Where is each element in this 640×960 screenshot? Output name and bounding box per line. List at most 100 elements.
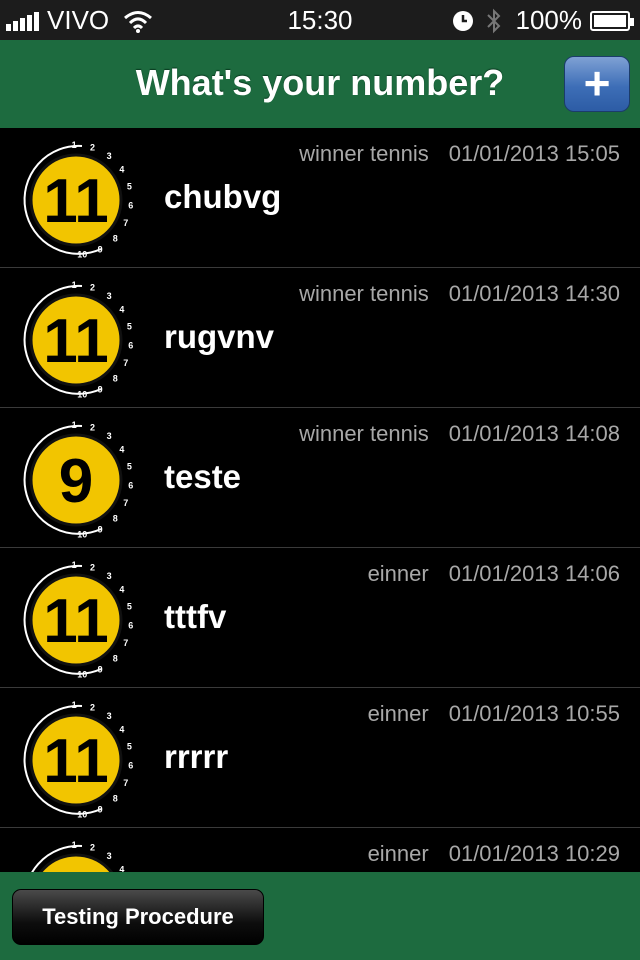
testing-procedure-button[interactable]: Testing Procedure: [12, 889, 264, 945]
item-meta: einner 01/01/2013 14:06: [368, 561, 620, 587]
dial-number: 5: [127, 602, 132, 612]
dial-number: 8: [113, 374, 118, 384]
item-date: 01/01/2013 14:30: [448, 281, 620, 306]
add-button[interactable]: +: [564, 56, 630, 112]
dial-number: 8: [113, 514, 118, 524]
score-value: 11: [43, 587, 109, 656]
dial-number: 8: [113, 794, 118, 804]
battery-label: 100%: [515, 5, 583, 35]
item-category: einner: [367, 561, 429, 586]
dial-number: 4: [119, 865, 124, 872]
list-item[interactable]: 1 2 3 4 5 6 7 8 9 10 11 einner 01/01/2013 14:06 tttfv: [0, 548, 640, 688]
dial-number: 8: [113, 234, 118, 244]
dial-number: 2: [90, 563, 95, 573]
item-meta: winner tennis 01/01/2013 14:30: [299, 281, 620, 307]
dial-number: 5: [127, 322, 132, 332]
dial-number: 4: [119, 445, 124, 455]
dial-number: 2: [90, 143, 95, 153]
item-meta: winner tennis 01/01/2013 15:05: [299, 141, 620, 167]
dial-number: 6: [128, 480, 133, 490]
dial-number: 6: [128, 200, 133, 210]
dial-number: 4: [119, 165, 124, 175]
item-name: rrrrr: [164, 738, 229, 775]
item-date: 01/01/2013 10:29: [448, 841, 620, 866]
item-name: chubvg: [164, 178, 282, 215]
item-date: 01/01/2013 15:05: [448, 141, 620, 166]
dial-number: 10: [77, 390, 87, 400]
dial-number: 1: [72, 420, 77, 430]
dial-number: 4: [119, 305, 124, 315]
score-badge-icon: 1 2 345 6789 10 11: [23, 560, 133, 680]
item-name: teste: [164, 458, 242, 495]
dial-number: 10: [77, 250, 87, 260]
navigation-bar: What's your number? +: [0, 40, 640, 128]
dial-number: 3: [107, 571, 112, 581]
dial-number: 3: [107, 431, 112, 441]
dial-number: 2: [90, 423, 95, 433]
dial-number: 4: [119, 585, 124, 595]
battery-icon: [590, 10, 634, 31]
item-category: winner tennis: [299, 281, 429, 306]
dial-number: 7: [123, 358, 128, 368]
item-meta: winner tennis 01/01/2013 14:08: [299, 421, 620, 447]
dial-number: 7: [123, 638, 128, 648]
item-meta: einner 01/01/2013 10:29: [368, 841, 620, 867]
dial-number: 1: [72, 840, 77, 850]
score-badge-icon: 1 2 345 6789 10 11: [23, 140, 133, 260]
score-value: 11: [43, 727, 109, 796]
score-badge-icon: 1 23456789109: [23, 420, 133, 540]
dial-number: 9: [98, 524, 103, 534]
status-bar: VIVO 15:30 100%: [0, 0, 640, 40]
item-date: 01/01/2013 10:55: [448, 701, 620, 726]
dial-number: 1: [72, 140, 77, 150]
dial-number: 6: [128, 340, 133, 350]
list-item[interactable]: 12345678910einner01/01/2013 10:29: [0, 828, 640, 872]
dial-number: 1: [72, 700, 77, 710]
score-value: 11: [43, 167, 109, 236]
list-item[interactable]: 1 2 3 4 5 6 7 8 9 10 11 winner tennis 01/01/2013 14:…: [0, 268, 640, 408]
entries-list: 1 2 3 4 5 6 7 8 9 10 11 winner tennis 01/01/2013 15:…: [0, 128, 640, 872]
dial-number: 10: [77, 670, 87, 680]
dial-number: 7: [123, 498, 128, 508]
dial-number: 7: [123, 218, 128, 228]
dial-number: 5: [127, 182, 132, 192]
item-name: rugvnv: [164, 318, 275, 355]
dial-number: 5: [127, 462, 132, 472]
dial-number: 9: [98, 244, 103, 254]
dial-number: 2: [90, 843, 95, 853]
dial-number: 9: [98, 384, 103, 394]
bluetooth-icon: [486, 8, 500, 33]
dial-number: 3: [107, 291, 112, 301]
item-category: einner: [367, 701, 429, 726]
dial-number: 6: [128, 760, 133, 770]
item-category: winner tennis: [299, 421, 429, 446]
dial-number: 9: [98, 804, 103, 814]
dial-number: 2: [90, 703, 95, 713]
score-badge-icon: 1 2 345 6789 10 11: [23, 700, 133, 820]
battery-fill: [594, 14, 626, 27]
dial-number: 8: [113, 654, 118, 664]
score-value: 9: [59, 447, 93, 516]
dial-number: 1: [72, 280, 77, 290]
score-value: 11: [43, 307, 109, 376]
dial-number: 6: [128, 620, 133, 630]
score-badge-icon: 12345678910: [31, 840, 124, 872]
item-meta: einner 01/01/2013 10:55: [368, 701, 620, 727]
dial-number: 5: [127, 742, 132, 752]
clock-icon: [452, 10, 473, 31]
item-category: einner: [367, 841, 429, 866]
dial-number: 3: [107, 711, 112, 721]
list-item[interactable]: 1 2 3 4 5 6 7 8 9 10 11 einner 01/01/2013 10:55 rrrrr: [0, 688, 640, 828]
status-right: 100%: [452, 5, 634, 36]
dial-number: 3: [107, 151, 112, 161]
item-date: 01/01/2013 14:06: [448, 561, 620, 586]
list-item[interactable]: 1 2 3 4 5 6 7 8 9 10 9 winner tennis 01/01/2013 14:0…: [0, 408, 640, 548]
dial-number: 2: [90, 283, 95, 293]
bottom-toolbar: Testing Procedure: [0, 872, 640, 960]
list-item[interactable]: 1 2 3 4 5 6 7 8 9 10 11 winner tennis 01/01/2013 15:…: [0, 128, 640, 268]
item-date: 01/01/2013 14:08: [448, 421, 620, 446]
item-name: tttfv: [164, 598, 227, 635]
item-category: winner tennis: [299, 141, 429, 166]
dial-number: 9: [98, 664, 103, 674]
page-title: What's your number?: [135, 62, 505, 103]
